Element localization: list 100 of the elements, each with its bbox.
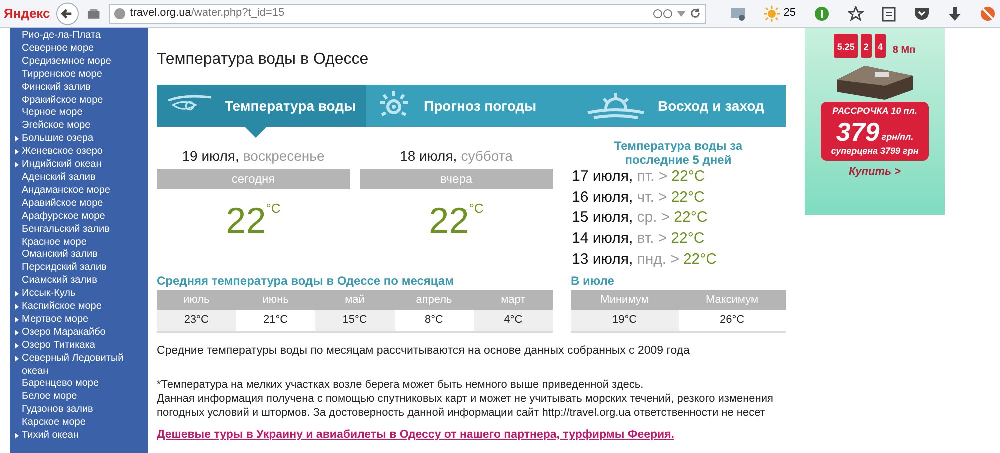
history-temperature: 22°C [683, 250, 717, 270]
expand-arrow-icon[interactable] [15, 316, 19, 323]
download-icon[interactable] [948, 6, 962, 22]
sunrise-icon [586, 91, 646, 121]
expand-arrow-icon[interactable] [15, 330, 19, 336]
column-header: апрель [415, 292, 454, 308]
day-temperature: 22 [226, 201, 266, 241]
disclaimer-text: *Температура на мелких участках возле берега может быть немного выше приведенной здесь. [157, 378, 645, 392]
sidebar-link[interactable]: Андаманское море [22, 184, 110, 198]
sidebar-link[interactable]: Озеро Маракайбо [22, 326, 106, 340]
block-icon[interactable] [980, 6, 996, 22]
reload-icon[interactable] [690, 8, 701, 19]
column-header: Минимум [600, 292, 650, 308]
section-title: В июле [571, 272, 616, 290]
globe-icon [114, 8, 126, 20]
sidebar-link[interactable]: Каспийское море [22, 301, 102, 314]
tab[interactable]: Прогноз погоды [366, 85, 576, 127]
sidebar-link[interactable]: Бенгальский залив [22, 224, 110, 236]
sidebar-link[interactable]: Тирренское море [22, 68, 102, 82]
spec-label: 8 Мп [892, 44, 916, 58]
history-date: 13 июля, [572, 250, 634, 270]
tab-pointer [245, 127, 267, 138]
sidebar-link[interactable]: Персидский залив [22, 262, 107, 276]
sidebar-link[interactable]: Финский залив [22, 82, 91, 95]
sidebar-link[interactable]: Женевское озеро [22, 146, 103, 160]
weather-temperature[interactable]: 25 [784, 5, 796, 22]
column-header: май [344, 292, 366, 308]
installment-label: РАССРОЧКА 10 пл. [832, 105, 918, 118]
sidebar-link[interactable]: Аравийское море [22, 198, 104, 211]
sidebar-link[interactable]: Иссык-Куль [22, 288, 76, 302]
tab[interactable]: Восход и заход [576, 85, 786, 127]
sidebar-link[interactable]: Гудзонов залив [22, 404, 94, 418]
expand-arrow-icon[interactable] [15, 291, 19, 298]
sidebar-link[interactable]: Фракийское море [22, 94, 104, 108]
day-caption: вчера [360, 169, 553, 189]
history-weekday: ср. > [637, 208, 670, 228]
sidebar-link[interactable]: Сиамский залив [22, 275, 98, 288]
expand-arrow-icon[interactable] [15, 433, 19, 440]
expand-arrow-icon[interactable] [15, 304, 19, 310]
history-date: 15 июля, [572, 208, 634, 228]
history-weekday: пт. > [637, 167, 668, 187]
star-icon[interactable] [848, 6, 864, 22]
temperature-unit: °C [266, 201, 281, 216]
screenshot-icon[interactable] [730, 6, 746, 20]
pocket-icon[interactable] [914, 6, 930, 20]
back-icon[interactable] [56, 2, 80, 26]
table-cell: 19°C [571, 310, 678, 331]
section-title: Температура воды за последние 5 дней [613, 139, 744, 167]
sidebar-link[interactable]: Большие озера [22, 133, 94, 146]
clipboard-icon[interactable] [882, 6, 896, 22]
day-date: 18 июля, [400, 148, 458, 165]
section-title: Средняя температура воды в Одессе по месяцам [157, 272, 455, 290]
address-bar[interactable]: travel.org.ua/water.php?t_id=15 [109, 4, 706, 24]
sidebar-link[interactable]: Северный Ледовитый океан [22, 352, 148, 378]
history-date: 14 июля, [572, 229, 634, 250]
sidebar-link[interactable]: Карское море [22, 417, 86, 430]
sidebar-link[interactable]: Белое море [22, 391, 78, 404]
price-unit: грн/пл. [882, 131, 914, 144]
glasses-icon[interactable] [652, 8, 673, 18]
table-cell: 23°C [157, 310, 236, 331]
sidebar-link[interactable]: Средиземное море [22, 56, 112, 69]
sidebar-link[interactable]: Черное море [22, 107, 83, 120]
tabs-icon[interactable] [87, 8, 102, 20]
sidebar-link[interactable]: Эгейское море [22, 120, 91, 134]
sidebar-link[interactable]: Тихий океан [22, 430, 79, 443]
spec-label: 5.25 [837, 42, 855, 52]
expand-arrow-icon[interactable] [15, 342, 19, 349]
table-cell: 4°C [474, 310, 554, 331]
sidebar-link[interactable]: Оманский залив [22, 249, 98, 262]
ad-banner[interactable]: 5.25 2 4 8 Мп РАССРОЧКА 10 пл. 379 грн/пл. суперцена 3799 грн Купить > [805, 28, 945, 215]
sidebar-link[interactable]: Баренцево море [22, 378, 100, 392]
sidebar-link[interactable]: Озеро Титикака [22, 340, 96, 353]
sidebar-link[interactable]: Мертвое море [22, 314, 89, 327]
buy-link[interactable]: Купить > [849, 164, 901, 180]
history-temperature: 22°C [672, 167, 706, 187]
sidebar-link[interactable]: Рио-де-ла-Плата [22, 30, 101, 43]
shield-icon[interactable] [814, 6, 830, 22]
history-weekday: пнд. > [637, 250, 680, 270]
history-temperature: 22°C [674, 208, 708, 228]
sidebar-link[interactable]: Арафурское море [22, 210, 106, 224]
browser-logo[interactable]: Яндекс [4, 4, 48, 24]
day-weekday: воскресенье [243, 148, 325, 165]
column-header: июнь [262, 292, 290, 308]
spec-label: 4 [878, 42, 883, 52]
partner-link[interactable]: Дешевые туры в Украину и авиабилеты в Одессу от нашего партнера, турфирмы Феерия. [157, 428, 786, 442]
sidebar-link[interactable]: Красное море [22, 236, 87, 250]
expand-arrow-icon[interactable] [15, 356, 19, 362]
sidebar-link[interactable]: Северное море [22, 42, 94, 56]
sidebar-link[interactable]: Аденский залив [22, 172, 96, 185]
history-weekday: чт. > [637, 188, 668, 208]
day-weekday: суббота [461, 148, 513, 165]
url-host: travel.org.ua [130, 6, 192, 22]
sidebar-link[interactable]: Индийский океан [22, 159, 102, 172]
expand-arrow-icon[interactable] [15, 162, 19, 168]
expand-arrow-icon[interactable] [15, 149, 19, 156]
day-date: 19 июля, [182, 148, 240, 165]
table-cell: 15°C [315, 310, 395, 331]
expand-arrow-icon[interactable] [15, 136, 19, 142]
tab[interactable]: Температура воды [157, 85, 366, 127]
dropdown-icon[interactable] [676, 10, 686, 16]
